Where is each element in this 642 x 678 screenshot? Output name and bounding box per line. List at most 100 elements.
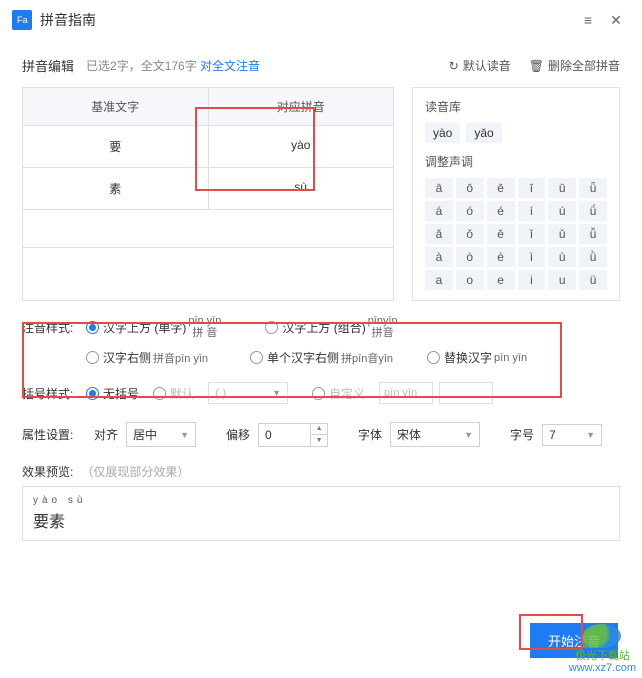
size-select[interactable]: 7▼ [542, 424, 602, 446]
bracket-none[interactable]: 无括号 [86, 385, 139, 402]
tone-cell[interactable]: ě [487, 224, 515, 244]
tone-cell[interactable]: ā [425, 178, 453, 198]
window-title: 拼音指南 [40, 10, 574, 30]
bracket-default-select[interactable]: ( )▼ [208, 382, 288, 404]
pinyin-cell[interactable]: yào [209, 126, 394, 167]
preview-label-row: 效果预览: （仅展现部分效果） [22, 463, 620, 480]
tone-cell[interactable]: ò [456, 247, 484, 267]
top-toolbar: 拼音编辑 已选2字，全文176字 对全文注音 ↻ 默认读音 🗑 删除全部拼音 [22, 56, 620, 75]
radio-icon [250, 351, 263, 364]
table-row[interactable]: 素 sù [23, 167, 393, 209]
tone-grid: āōēīūǖ áóéíúǘ ǎǒěǐǔǚ àòèìùǜ aoeiuü [425, 178, 607, 290]
tone-cell[interactable]: a [425, 270, 453, 290]
tone-cell[interactable]: ǖ [579, 178, 607, 198]
tone-cell[interactable]: é [487, 201, 515, 221]
tone-cell[interactable]: e [487, 270, 515, 290]
tone-cell[interactable]: ǘ [579, 201, 607, 221]
default-reading-button[interactable]: ↻ 默认读音 [449, 57, 511, 74]
tone-cell[interactable]: ī [518, 178, 546, 198]
titlebar: Fa 拼音指南 ≡ ✕ [0, 0, 642, 40]
annotation-style-row: 注音样式: 汉字上方 (单字) pīn yīn拼 音 汉字上方 (组合) pīn… [22, 315, 620, 339]
tone-cell[interactable]: i [518, 270, 546, 290]
tone-cell[interactable]: ó [456, 201, 484, 221]
font-label: 字体 [358, 426, 382, 443]
offset-label: 偏移 [226, 426, 250, 443]
bracket-label: 括号样式: [22, 385, 86, 402]
trash-icon: 🗑 [529, 59, 544, 73]
property-row: 属性设置: 对齐 居中▼ 偏移 0 ▲▼ 字体 宋体▼ 字号 7▼ [22, 422, 620, 447]
tone-cell[interactable]: o [456, 270, 484, 290]
tone-cell[interactable]: ú [548, 201, 576, 221]
delete-all-button[interactable]: 🗑 删除全部拼音 [529, 57, 620, 74]
table-row[interactable]: 要 yào [23, 125, 393, 167]
tone-cell[interactable]: ù [548, 247, 576, 267]
font-select[interactable]: 宋体▼ [390, 422, 480, 447]
bracket-custom-right[interactable] [439, 382, 493, 404]
bracket-custom-left[interactable]: pīn yīn [379, 382, 433, 404]
align-select[interactable]: 居中▼ [126, 422, 196, 447]
tone-cell[interactable]: ì [518, 247, 546, 267]
pinyin-cell[interactable]: sù [209, 168, 394, 209]
tone-adjust-label: 调整声调 [425, 153, 607, 170]
tone-cell[interactable]: è [487, 247, 515, 267]
empty-row [23, 247, 393, 285]
tone-cell[interactable]: ū [548, 178, 576, 198]
radio-icon [86, 387, 99, 400]
reading-option[interactable]: yǎo [466, 123, 501, 143]
preview-label: 效果预览: [22, 463, 73, 480]
tone-cell[interactable]: ü [579, 270, 607, 290]
tone-cell[interactable]: ǔ [548, 224, 576, 244]
chevron-down-icon: ▼ [272, 388, 281, 398]
style-right[interactable]: 汉字右侧 拼音pīn yīn [86, 349, 208, 366]
app-logo-icon: Fa [12, 10, 32, 30]
props-label: 属性设置: [22, 426, 86, 443]
style-replace[interactable]: 替换汉字 pīn yīn [427, 349, 527, 366]
align-label: 对齐 [94, 426, 118, 443]
start-annotation-button[interactable]: 开始注音 [530, 623, 618, 658]
bracket-style-row: 括号样式: 无括号 默认 ( )▼ 自定义 pīn yīn [22, 382, 620, 404]
style-single-right[interactable]: 单个汉字右侧 拼pīn音yīn [250, 349, 393, 366]
svg-text:Fa: Fa [17, 15, 28, 25]
bracket-default[interactable]: 默认 [153, 385, 194, 402]
tone-cell[interactable]: u [548, 270, 576, 290]
style-above-combo[interactable]: 汉字上方 (组合) pīnyīn拼音 [265, 315, 397, 339]
tone-cell[interactable]: à [425, 247, 453, 267]
radio-icon [427, 351, 440, 364]
tone-cell[interactable]: ē [487, 178, 515, 198]
spinner-up-icon[interactable]: ▲ [311, 423, 327, 435]
radio-icon [312, 387, 325, 400]
chevron-down-icon: ▼ [464, 430, 473, 440]
reading-option[interactable]: yào [425, 123, 460, 143]
preview-hanzi: 要素 [33, 508, 609, 532]
menu-icon[interactable]: ≡ [574, 6, 602, 34]
tone-cell[interactable]: á [425, 201, 453, 221]
radio-icon [153, 387, 166, 400]
empty-row [23, 209, 393, 247]
col-header-base: 基准文字 [23, 88, 209, 125]
tone-cell[interactable]: ǒ [456, 224, 484, 244]
offset-input[interactable]: 0 ▲▼ [258, 423, 328, 447]
size-label: 字号 [510, 426, 534, 443]
style-above-single[interactable]: 汉字上方 (单字) pīn yīn拼 音 [86, 315, 221, 339]
preview-box: yào sù 要素 [22, 486, 620, 541]
pinyin-table: 基准文字 对应拼音 要 yào 素 sù [22, 87, 394, 301]
annotate-all-link[interactable]: 对全文注音 [200, 59, 260, 73]
tone-cell[interactable]: í [518, 201, 546, 221]
edit-label: 拼音编辑 [22, 56, 74, 75]
spinner-down-icon[interactable]: ▼ [311, 435, 327, 447]
preview-pinyin: yào sù [33, 495, 609, 506]
preview-note: （仅展现部分效果） [81, 463, 189, 480]
reading-lib-label: 读音库 [425, 98, 607, 115]
close-icon[interactable]: ✕ [602, 6, 630, 34]
selection-status: 已选2字，全文176字 对全文注音 [86, 57, 260, 74]
tone-cell[interactable]: ǎ [425, 224, 453, 244]
refresh-icon: ↻ [449, 59, 459, 73]
tone-cell[interactable]: ǚ [579, 224, 607, 244]
tone-cell[interactable]: ō [456, 178, 484, 198]
radio-icon [86, 351, 99, 364]
radio-icon [86, 321, 99, 334]
tone-cell[interactable]: ǐ [518, 224, 546, 244]
bracket-custom[interactable]: 自定义 [312, 385, 365, 402]
tone-cell[interactable]: ǜ [579, 247, 607, 267]
annotation-style-row2: 汉字右侧 拼音pīn yīn 单个汉字右侧 拼pīn音yīn 替换汉字 pīn … [86, 349, 620, 366]
